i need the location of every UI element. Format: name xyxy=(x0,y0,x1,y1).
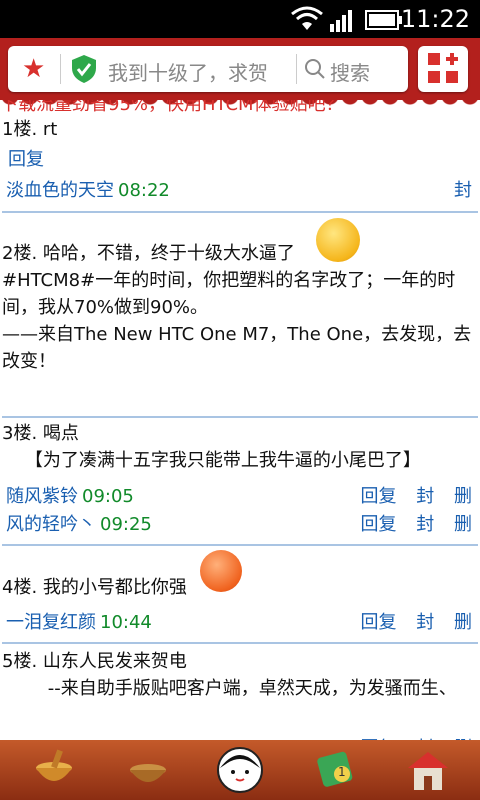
avatar-icon xyxy=(217,747,263,793)
star-icon[interactable]: ★ xyxy=(22,55,45,83)
author-name[interactable]: 随风紫铃 xyxy=(6,486,78,507)
post-actions: 回复 封 删 xyxy=(347,608,472,634)
post-actions: 回复 封 删 xyxy=(347,482,472,508)
post-body: 3楼. 喝点 【为了凑满十五字我只能带上我牛逼的小尾巴了】 xyxy=(2,423,421,471)
ban-button[interactable]: 封 xyxy=(454,180,472,201)
thread-title-bar[interactable]: ★ 我到十级了，求贺 搜索 xyxy=(8,46,408,92)
reply-button[interactable]: 回复 xyxy=(361,612,397,633)
delete-button[interactable]: 删 xyxy=(454,612,472,633)
delete-button[interactable]: 删 xyxy=(454,486,472,507)
card-button[interactable]: 1 xyxy=(312,746,360,794)
thread-content[interactable]: 下载流量劲省95%，快用HTCM体验贴吧？ 1楼. rt 回复 淡血色的天空 08… xyxy=(0,100,480,740)
search-icon[interactable] xyxy=(304,58,326,80)
card-icon xyxy=(317,751,353,787)
reply-link[interactable]: 回复 xyxy=(8,145,44,171)
clock: 11:22 xyxy=(400,5,470,33)
delete-button[interactable]: 删 xyxy=(454,514,472,535)
post-actions: 封 xyxy=(440,176,472,202)
post-time: 09:05 xyxy=(82,486,134,507)
ban-button[interactable]: 封 xyxy=(416,612,434,633)
bottom-nav: 1 xyxy=(0,740,480,800)
author-name[interactable]: 风的轻吟丶 xyxy=(6,514,96,535)
post-author[interactable]: 随风紫铃 09:05 xyxy=(6,482,134,508)
reply-button[interactable]: 回复 xyxy=(361,486,397,507)
reply-button[interactable]: 回复 xyxy=(361,514,397,535)
post-body: 5楼. 山东人民发来贺电 --来自助手版贴吧客户端，卓然天成，为发骚而生、 xyxy=(2,651,457,699)
smile-emoji-icon xyxy=(316,218,360,262)
promo-banner[interactable]: 下载流量劲省95%，快用HTCM体验贴吧？ xyxy=(0,100,344,116)
battery-icon xyxy=(365,10,402,30)
shield-check-icon xyxy=(72,55,96,83)
house-icon xyxy=(408,752,448,790)
author-name[interactable]: 一泪复红颜 xyxy=(6,612,96,633)
divider xyxy=(2,642,478,644)
home-button[interactable] xyxy=(404,746,452,794)
card-badge: 1 xyxy=(338,765,346,779)
post-body: 1楼. rt xyxy=(2,119,58,140)
top-bar: ★ 我到十级了，求贺 搜索 xyxy=(0,38,480,106)
author-name[interactable]: 淡血色的天空 xyxy=(6,180,114,201)
signal-icon xyxy=(330,10,352,32)
post-body: 2楼. 哈哈，不错，终于十级大水逼了 #HTCM8#一年的时间，你把塑料的名字改… xyxy=(2,243,472,372)
divider xyxy=(296,54,297,84)
mortar-button[interactable] xyxy=(30,746,78,794)
divider xyxy=(60,54,61,84)
post-author[interactable]: 一泪复红颜 10:44 xyxy=(6,608,152,634)
wifi-icon xyxy=(291,6,323,30)
post-time: 08:22 xyxy=(118,180,170,201)
post-author[interactable]: 风的轻吟丶 09:25 xyxy=(6,510,152,536)
menu-grid-button[interactable] xyxy=(418,46,468,92)
status-bar: 11:22 xyxy=(0,0,480,38)
ban-button[interactable]: 封 xyxy=(416,486,434,507)
mortar-bowl-icon xyxy=(36,749,72,781)
angry-emoji-icon xyxy=(200,550,242,592)
post-time: 10:44 xyxy=(100,612,152,633)
post-actions: 回复 封 删 xyxy=(347,510,472,536)
avatar-button[interactable] xyxy=(216,746,264,794)
divider xyxy=(2,544,478,546)
grid-plus-icon xyxy=(428,53,458,83)
post-time: 09:25 xyxy=(100,514,152,535)
ban-button[interactable]: 封 xyxy=(416,514,434,535)
thread-title: 我到十级了，求贺 xyxy=(108,61,268,85)
search-button[interactable]: 搜索 xyxy=(330,57,370,86)
divider xyxy=(2,211,478,213)
post-author[interactable]: 淡血色的天空 08:22 xyxy=(6,176,170,202)
bowl-button[interactable] xyxy=(124,746,172,794)
divider xyxy=(2,416,478,418)
bowl-icon xyxy=(130,764,166,782)
